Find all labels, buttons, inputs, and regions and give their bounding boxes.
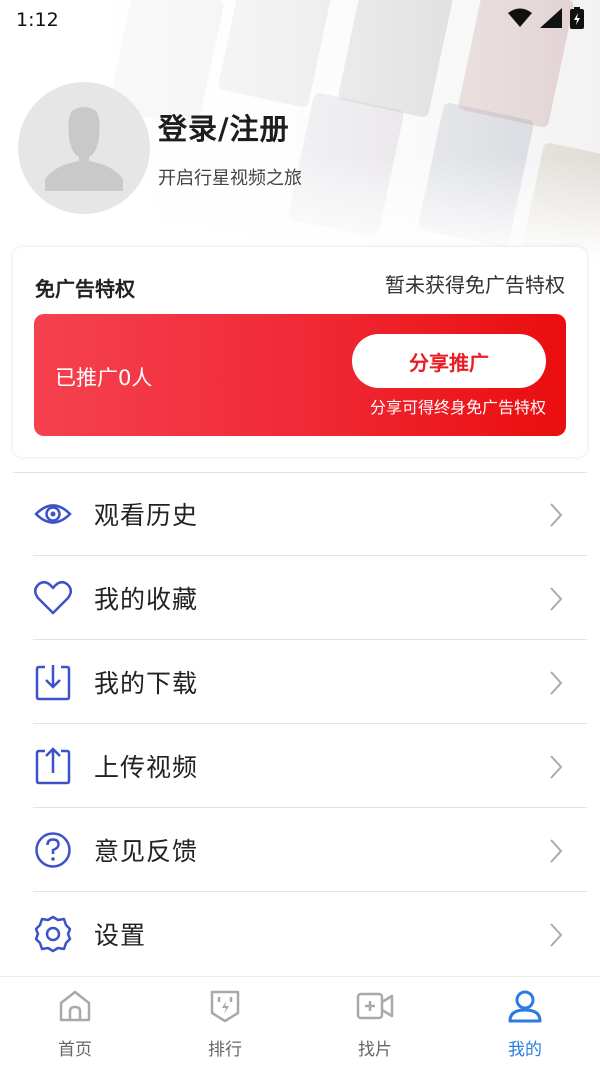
chevron-right-icon xyxy=(549,754,563,784)
ad-free-status: 暂未获得免广告特权 xyxy=(385,273,565,297)
download-icon xyxy=(33,662,73,702)
menu-label: 设置 xyxy=(94,921,147,950)
heart-icon xyxy=(33,578,73,618)
menu-item-downloads[interactable]: 我的下载 xyxy=(33,640,587,724)
wifi-icon xyxy=(508,8,532,32)
ad-free-title: 免广告特权 xyxy=(35,277,135,301)
ad-free-card: 免广告特权 暂未获得免广告特权 已推广0人 分享推广 分享可得终身免广告特权 xyxy=(13,247,587,457)
tab-ranking[interactable]: 排行 xyxy=(150,977,300,1066)
tab-find[interactable]: 找片 xyxy=(300,977,450,1066)
profile-section[interactable]: 登录/注册 开启行星视频之旅 xyxy=(18,82,302,214)
menu-item-upload[interactable]: 上传视频 xyxy=(33,724,587,808)
menu-label: 我的下载 xyxy=(94,669,199,698)
tab-label: 找片 xyxy=(358,1040,392,1060)
chevron-right-icon xyxy=(549,838,563,868)
chevron-right-icon xyxy=(549,922,563,952)
user-icon xyxy=(507,989,543,1027)
signal-icon xyxy=(540,8,562,32)
tab-home[interactable]: 首页 xyxy=(0,977,150,1066)
menu-item-favorites[interactable]: 我的收藏 xyxy=(33,556,587,640)
eye-icon xyxy=(33,494,73,534)
ranking-icon xyxy=(208,989,242,1027)
menu-label: 我的收藏 xyxy=(94,585,199,614)
battery-icon xyxy=(570,7,584,33)
promo-count: 已推广0人 xyxy=(55,366,153,390)
bottom-tab-bar: 首页 排行 找片 我的 xyxy=(0,976,600,1066)
menu-item-feedback[interactable]: 意见反馈 xyxy=(33,808,587,892)
share-note: 分享可得终身免广告特权 xyxy=(369,398,546,417)
user-placeholder-icon xyxy=(45,107,123,191)
menu-label: 意见反馈 xyxy=(94,837,199,866)
home-icon xyxy=(57,989,93,1027)
promo-banner: 已推广0人 分享推广 分享可得终身免广告特权 xyxy=(34,314,566,436)
status-time: 1:12 xyxy=(16,9,59,31)
gear-icon xyxy=(33,914,73,954)
video-camera-icon xyxy=(356,989,394,1027)
menu-item-settings[interactable]: 设置 xyxy=(33,892,587,976)
tab-label: 首页 xyxy=(58,1040,92,1060)
login-register-title[interactable]: 登录/注册 xyxy=(158,106,302,148)
login-subtitle: 开启行星视频之旅 xyxy=(158,168,302,189)
tab-label: 我的 xyxy=(508,1040,542,1060)
tab-label: 排行 xyxy=(208,1040,242,1060)
tab-mine[interactable]: 我的 xyxy=(450,977,600,1066)
status-bar: 1:12 xyxy=(0,0,600,40)
chevron-right-icon xyxy=(549,670,563,700)
share-promo-button[interactable]: 分享推广 xyxy=(352,334,546,388)
menu-item-history[interactable]: 观看历史 xyxy=(33,472,587,556)
question-icon xyxy=(33,830,73,870)
menu-label: 观看历史 xyxy=(94,501,199,530)
chevron-right-icon xyxy=(549,586,563,616)
menu-label: 上传视频 xyxy=(94,753,199,782)
chevron-right-icon xyxy=(549,502,563,532)
upload-icon xyxy=(33,746,73,786)
avatar[interactable] xyxy=(18,82,150,214)
